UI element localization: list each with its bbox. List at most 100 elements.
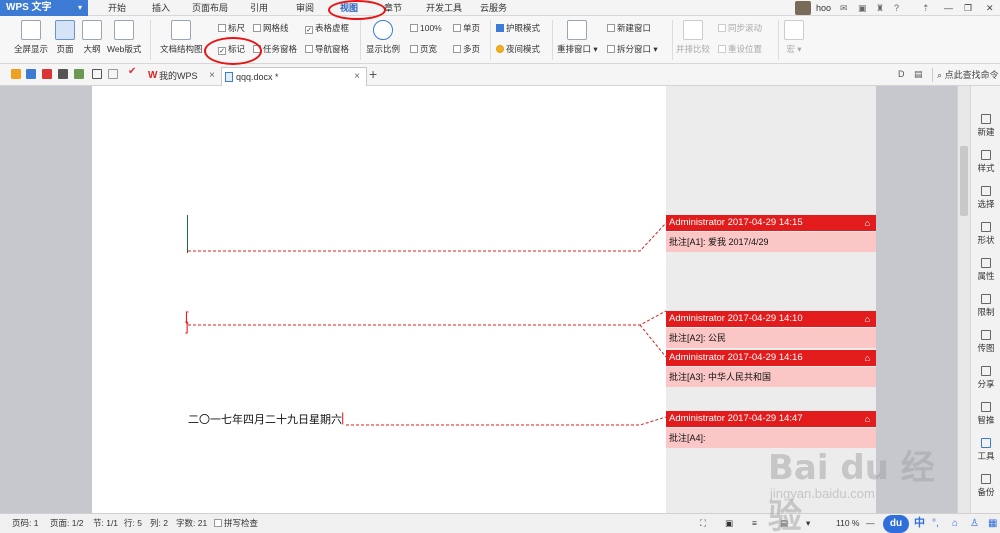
save-icon[interactable]: [26, 69, 36, 79]
ruler-checkbox[interactable]: 标尺: [218, 22, 245, 34]
ime-user-icon[interactable]: ♙: [970, 514, 979, 533]
doc-structure-button[interactable]: 文档结构图: [160, 20, 203, 55]
minimize-icon[interactable]: —: [944, 0, 953, 16]
undo-icon[interactable]: [92, 69, 102, 79]
macro-button[interactable]: 宏 ▾: [784, 20, 804, 55]
delete-comment-icon[interactable]: ⌂: [865, 215, 870, 231]
fullscreen-view-icon[interactable]: ⛶: [700, 514, 706, 533]
document-icon[interactable]: D: [898, 69, 905, 79]
avatar[interactable]: [795, 1, 811, 15]
layout-icon[interactable]: ▤: [914, 69, 923, 80]
restore-ribbon-icon[interactable]: ⇡: [922, 0, 930, 16]
outline-view-button[interactable]: 大纲: [82, 20, 102, 55]
page-view-button[interactable]: 页面: [55, 20, 75, 55]
comment-body[interactable]: 批注[A1]: 爱我 2017/4/29: [666, 232, 876, 252]
sync-scroll-button[interactable]: 同步滚动: [718, 22, 762, 34]
export-pdf-icon[interactable]: [42, 69, 52, 79]
table-borders-checkbox[interactable]: ✓ 表格虚框: [305, 22, 349, 34]
redo-icon[interactable]: [108, 69, 118, 79]
web-view-button[interactable]: Web版式: [107, 20, 141, 55]
print-preview-icon[interactable]: [74, 69, 84, 79]
eye-care-button[interactable]: 护眼模式: [496, 22, 540, 34]
format-painter-icon[interactable]: ✔: [128, 66, 138, 77]
open-icon[interactable]: [11, 69, 21, 79]
side-by-side-button[interactable]: 并排比较: [676, 20, 710, 55]
multi-page-button[interactable]: 多页: [453, 43, 480, 55]
tab-review[interactable]: 审阅: [296, 0, 314, 16]
reading-view-icon[interactable]: ▾: [806, 514, 810, 533]
document-date-text[interactable]: 二〇一七年四月二十九日星期六: [188, 411, 342, 427]
comment-header[interactable]: Administrator 2017-04-29 14:10 ⌂: [666, 311, 876, 327]
tab-cloud[interactable]: 云服务: [480, 0, 507, 16]
zoom-out-icon[interactable]: —: [866, 514, 875, 533]
zoom-100-button[interactable]: 100%: [410, 22, 442, 34]
tab-chapter[interactable]: 章节: [384, 0, 402, 16]
close-tab-icon[interactable]: ×: [354, 68, 360, 86]
skin-icon[interactable]: ▣: [858, 0, 867, 16]
tab-home[interactable]: 开始: [108, 0, 126, 16]
username[interactable]: hoo: [816, 0, 831, 16]
page-width-button[interactable]: 页宽: [410, 43, 437, 55]
comment-body[interactable]: 批注[A2]: 公民: [666, 328, 876, 348]
side-item-share[interactable]: 分享: [971, 366, 1000, 390]
comment-anchor-a3[interactable]: ]: [185, 320, 189, 333]
tab-view[interactable]: 视图: [340, 0, 358, 16]
ime-language[interactable]: 中: [914, 514, 925, 533]
tab-my-wps[interactable]: W 我的WPS ×: [145, 67, 221, 86]
outline-view-icon[interactable]: ≡: [752, 514, 757, 533]
new-window-button[interactable]: 新建窗口: [607, 22, 651, 34]
vertical-scrollbar[interactable]: [957, 86, 970, 513]
app-menu-button[interactable]: WPS 文字 ▾: [0, 0, 88, 16]
baidu-ime-logo[interactable]: du: [883, 515, 909, 533]
delete-comment-icon[interactable]: ⌂: [865, 311, 870, 327]
status-word-count[interactable]: 字数: 21: [176, 514, 207, 533]
comment-header[interactable]: Administrator 2017-04-29 14:15 ⌂: [666, 215, 876, 231]
side-item-restrict[interactable]: 限制: [971, 294, 1000, 318]
tab-document[interactable]: qqq.docx * ×: [221, 67, 367, 86]
gridlines-checkbox[interactable]: 网格线: [253, 22, 289, 34]
nav-pane-checkbox[interactable]: 导航窗格: [305, 43, 349, 55]
comment-anchor-a4[interactable]: |: [341, 411, 344, 424]
comment-header[interactable]: Administrator 2017-04-29 14:47 ⌂: [666, 411, 876, 427]
delete-comment-icon[interactable]: ⌂: [865, 411, 870, 427]
tab-developer[interactable]: 开发工具: [426, 0, 462, 16]
night-mode-button[interactable]: 夜间模式: [496, 43, 540, 55]
comment-header[interactable]: Administrator 2017-04-29 14:16 ⌂: [666, 350, 876, 366]
side-item-select[interactable]: 选择: [971, 186, 1000, 210]
ime-punctuation-icon[interactable]: °,: [932, 514, 939, 533]
zoom-level[interactable]: 110 %: [836, 514, 859, 533]
split-window-button[interactable]: 拆分窗口 ▾: [607, 43, 658, 55]
tab-insert[interactable]: 插入: [152, 0, 170, 16]
tab-page-layout[interactable]: 页面布局: [192, 0, 228, 16]
comment-body[interactable]: 批注[A4]:: [666, 428, 876, 448]
delete-comment-icon[interactable]: ⌂: [865, 350, 870, 366]
print-icon[interactable]: [58, 69, 68, 79]
help-icon[interactable]: ?: [894, 0, 899, 16]
markup-checkbox[interactable]: ✓ 标记: [218, 43, 245, 55]
side-item-style[interactable]: 样式: [971, 150, 1000, 174]
zoom-button[interactable]: 显示比例: [366, 20, 400, 55]
side-item-backup[interactable]: 备份: [971, 474, 1000, 498]
spell-check-button[interactable]: 拼写检查: [214, 514, 258, 533]
fullscreen-button[interactable]: 全屏显示: [14, 20, 48, 55]
page-view-icon[interactable]: ▣: [725, 514, 733, 533]
reset-position-button[interactable]: 重设位置: [718, 43, 762, 55]
task-pane-checkbox[interactable]: 任务窗格: [253, 43, 297, 55]
close-tab-icon[interactable]: ×: [209, 67, 215, 85]
side-item-smart-push[interactable]: 智推: [971, 402, 1000, 426]
side-item-upload-image[interactable]: 传图: [971, 330, 1000, 354]
shirt-icon[interactable]: ♜: [876, 0, 884, 16]
rearrange-window-button[interactable]: 重排窗口 ▾: [557, 20, 598, 55]
maximize-icon[interactable]: ❐: [964, 0, 972, 16]
side-item-properties[interactable]: 属性: [971, 258, 1000, 282]
side-item-tools[interactable]: 工具: [971, 438, 1000, 462]
side-item-shape[interactable]: 形状: [971, 222, 1000, 246]
comment-body[interactable]: 批注[A3]: 中华人民共和国: [666, 367, 876, 387]
close-icon[interactable]: ✕: [986, 0, 994, 16]
command-search[interactable]: ⌕ 点此查找命令: [932, 68, 1000, 82]
single-page-button[interactable]: 单页: [453, 22, 480, 34]
mail-icon[interactable]: ✉: [840, 0, 848, 16]
ime-toolbox-icon[interactable]: ⌂: [952, 514, 958, 533]
tab-references[interactable]: 引用: [250, 0, 268, 16]
web-view-icon[interactable]: ▤: [780, 514, 788, 533]
